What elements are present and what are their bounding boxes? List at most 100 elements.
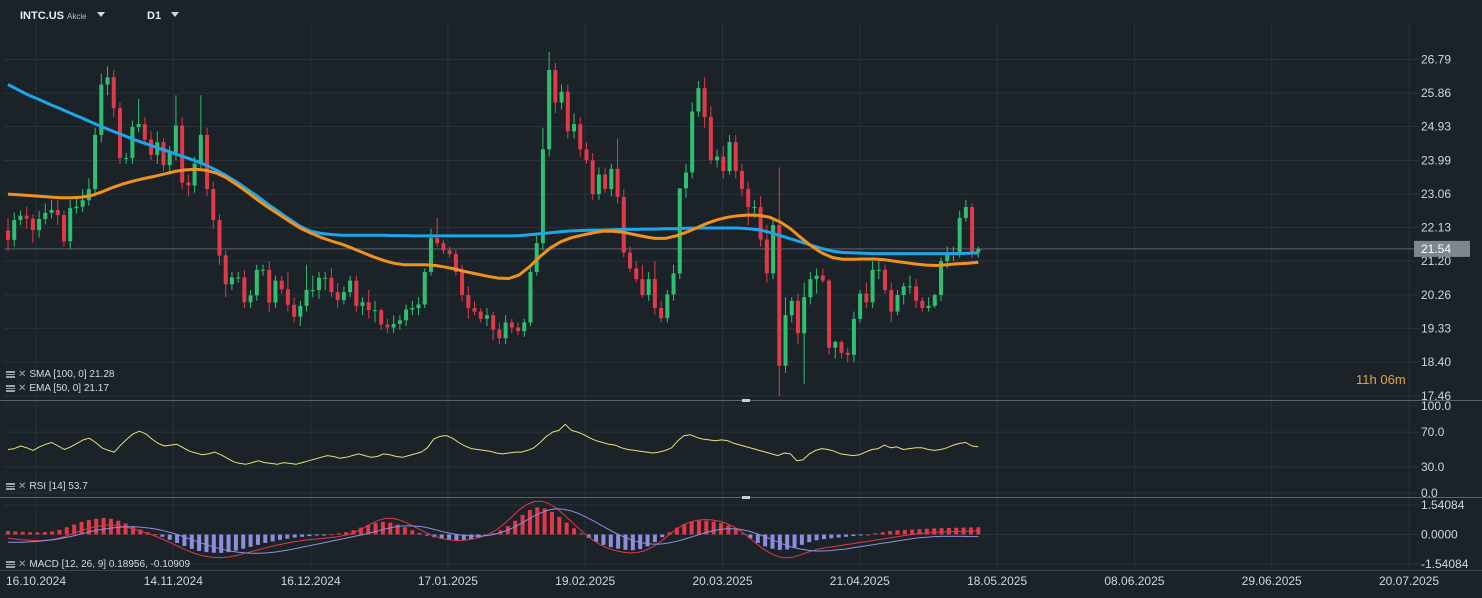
close-icon[interactable]: ✕ [18,481,26,492]
macd-histogram-bar [314,534,319,536]
candle-body [317,277,321,290]
candle-body [677,188,682,274]
macd-histogram-bar [880,532,885,535]
menu-icon[interactable] [6,385,15,392]
candle-body [883,269,888,290]
candle-body [428,238,433,272]
x-tick-label: 29.06.2025 [1242,574,1302,588]
x-tick-label: 20.03.2025 [692,574,752,588]
candle-body [261,269,266,271]
candle-body [43,212,48,219]
close-icon[interactable]: ✕ [18,559,26,570]
candle-body [267,269,272,303]
legend-macd[interactable]: ✕ MACD [12, 26, 9] 0.18956, -0.10909 [6,559,190,570]
rsi-line [7,423,979,465]
legend-macd-label: MACD [12, 26, 9] 0.18956, -0.10909 [29,559,191,570]
candle-body [820,275,825,281]
candle-body [248,295,253,303]
candle-body [914,286,919,301]
legend-sma-label: SMA [100, 0] 21.28 [29,369,115,380]
candle-body [341,292,346,301]
candle-body [721,156,726,172]
candle-body [783,315,788,366]
candle-body [329,277,334,293]
macd-histogram-bar [932,528,937,535]
candle-body [74,206,79,209]
candle-body [441,243,446,251]
macd-histogram-bar [101,518,106,535]
macd-histogram-bar [858,534,863,536]
x-tick-label: 16.12.2024 [281,574,341,588]
macd-histogram-bar [123,523,128,535]
candle-body [236,277,241,279]
candle-body [167,152,172,166]
candle-body [136,124,141,128]
macd-histogram-bar [645,534,650,547]
menu-icon[interactable] [6,371,15,378]
candle-countdown: 11h 06m [1356,372,1406,387]
candle-body [192,163,197,186]
pane-resize-handle [742,496,750,499]
candle-body [565,91,570,132]
candle-body [621,196,626,253]
candle-body [422,271,427,305]
menu-icon[interactable] [6,561,15,568]
candle-body [609,168,614,190]
macd-histogram-bar [248,534,253,547]
x-tick-label: 14.11.2024 [144,574,203,588]
candle-body [93,134,98,190]
macd-histogram-bar [255,534,260,545]
menu-icon[interactable] [6,483,15,490]
legend-rsi[interactable]: ✕ RSI [14] 53.7 [6,481,88,492]
x-tick-label: 18.05.2025 [967,574,1027,588]
legend-sma[interactable]: ✕ SMA [100, 0] 21.28 [6,369,114,380]
macd-histogram-bar [211,534,216,553]
candle-body [926,305,931,309]
macd-histogram-bar [189,534,194,549]
macd-histogram-bar [79,521,84,535]
macd-line [7,500,979,559]
candle-body [584,149,589,161]
candle-body [472,308,477,312]
pane-resize-handle [742,399,750,402]
close-icon[interactable]: ✕ [18,369,26,380]
asset-type: Akcie [67,12,87,21]
macd-histogram-bar [380,521,385,535]
chart-canvas[interactable]: 26.7925.8624.9323.9923.0622.1321.2020.26… [0,0,1482,598]
candle-body [223,255,228,285]
candle-body [12,220,17,240]
x-tick-label: 08.06.2025 [1104,574,1164,588]
timer-m: m [1394,372,1406,387]
candle-body [652,279,657,309]
candle-body [802,297,807,334]
candle-body [522,322,527,332]
macd-histogram-bar [322,534,327,536]
candle-body [211,189,216,221]
candle-body [963,207,968,218]
y-tick-label: 25.86 [1421,86,1451,100]
y-tick-label: 100.0 [1421,399,1451,413]
candle-body [764,239,769,274]
candle-body [596,174,601,195]
macd-histogram-bar [910,529,915,535]
macd-histogram-bar [454,534,459,541]
candle-body [478,311,483,319]
legend-ema[interactable]: ✕ EMA [50, 0] 21.17 [6,383,109,394]
candle-body [777,225,782,366]
macd-histogram-bar [263,534,268,543]
candle-body [603,174,608,190]
timeframe-selector[interactable]: D1 [147,10,180,22]
candle-body [447,250,452,254]
macd-histogram-bar [42,532,47,535]
candle-body [105,77,110,85]
macd-histogram-bar [770,534,775,549]
macd-histogram-bar [836,534,841,538]
symbol-selector[interactable]: INTC.US Akcie [20,10,105,22]
y-tick-label: 22.13 [1421,221,1451,235]
close-icon[interactable]: ✕ [18,383,26,394]
macd-histogram-bar [807,534,812,543]
macd-histogram-bar [57,529,62,535]
candle-body [80,200,85,207]
candle-body [578,124,583,150]
candle-body [814,275,819,280]
